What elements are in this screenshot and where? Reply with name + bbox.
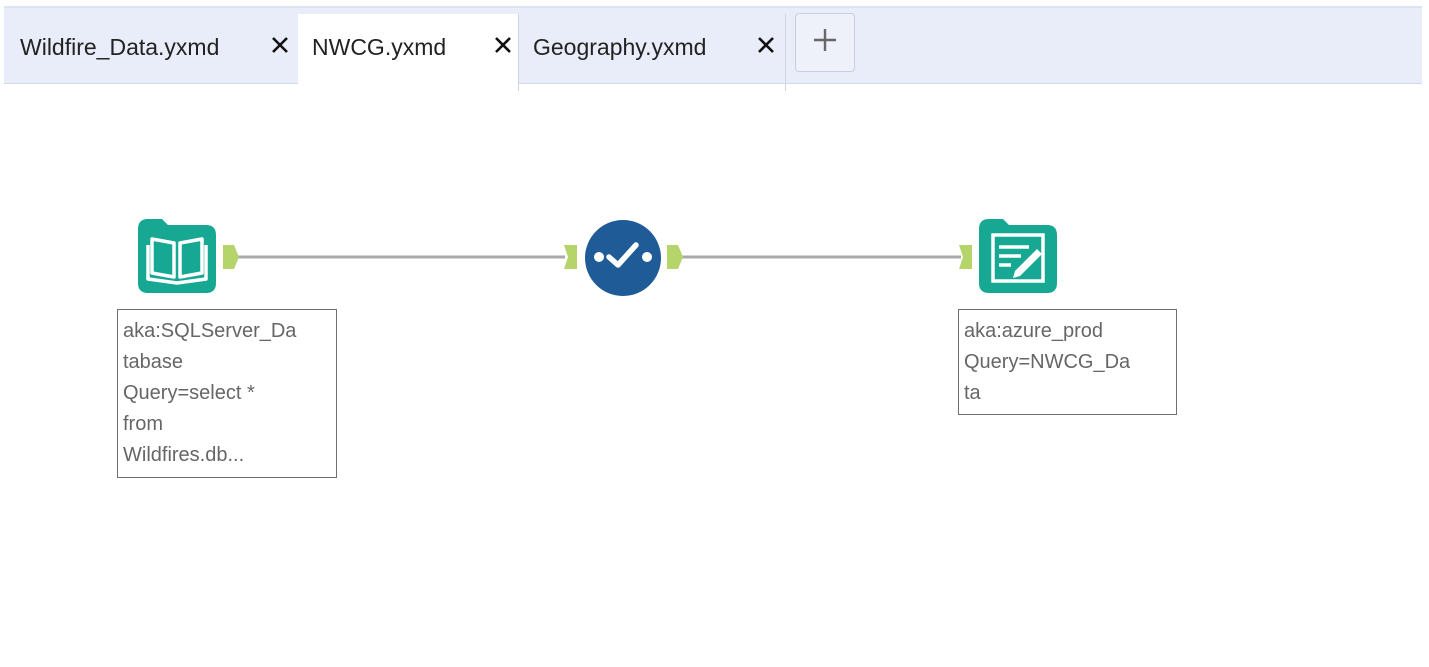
input-data-tool[interactable] — [138, 219, 216, 293]
tab-wildfire-data[interactable]: Wildfire_Data.yxmd — [4, 14, 298, 91]
close-icon[interactable] — [266, 31, 294, 59]
workflow-canvas[interactable]: aka:SQLServer_Da tabase Query=select * f… — [0, 85, 1429, 667]
output-anchor — [667, 245, 683, 269]
output-anchor — [223, 245, 239, 269]
tab-bar: Wildfire_Data.yxmd NWCG.yxmd Geography.y… — [4, 6, 1422, 91]
check-icon — [585, 220, 661, 296]
test-tool[interactable] — [584, 219, 662, 297]
annotation-line: Wildfires.db... — [123, 444, 245, 466]
input-anchor — [564, 245, 577, 269]
tab-geography[interactable]: Geography.yxmd — [519, 14, 785, 91]
annotation-line: Query=NWCG_Da — [964, 351, 1131, 373]
tab-separator — [785, 14, 786, 91]
plus-icon — [812, 27, 838, 58]
book-icon — [138, 219, 216, 293]
annotation-line: aka:azure_prod — [964, 320, 1103, 342]
input-tool-annotation: aka:SQLServer_Da tabase Query=select * f… — [117, 309, 337, 478]
close-icon[interactable] — [752, 31, 780, 59]
tab-nwcg[interactable]: NWCG.yxmd — [298, 14, 518, 91]
tab-label: NWCG.yxmd — [312, 34, 447, 60]
annotation-line: tabase — [123, 351, 184, 373]
annotation-line: ta — [964, 382, 981, 404]
close-icon[interactable] — [489, 31, 517, 59]
annotation-line: aka:SQLServer_Da — [123, 320, 297, 342]
edit-document-icon — [979, 219, 1057, 293]
tab-label: Wildfire_Data.yxmd — [20, 34, 220, 60]
output-data-tool[interactable] — [979, 219, 1057, 293]
annotation-line: Query=select * — [123, 382, 255, 404]
add-tab-button[interactable] — [795, 13, 855, 72]
output-tool-annotation: aka:azure_prod Query=NWCG_Da ta — [958, 309, 1177, 415]
annotation-line: from — [123, 413, 163, 435]
tab-label: Geography.yxmd — [533, 34, 707, 60]
